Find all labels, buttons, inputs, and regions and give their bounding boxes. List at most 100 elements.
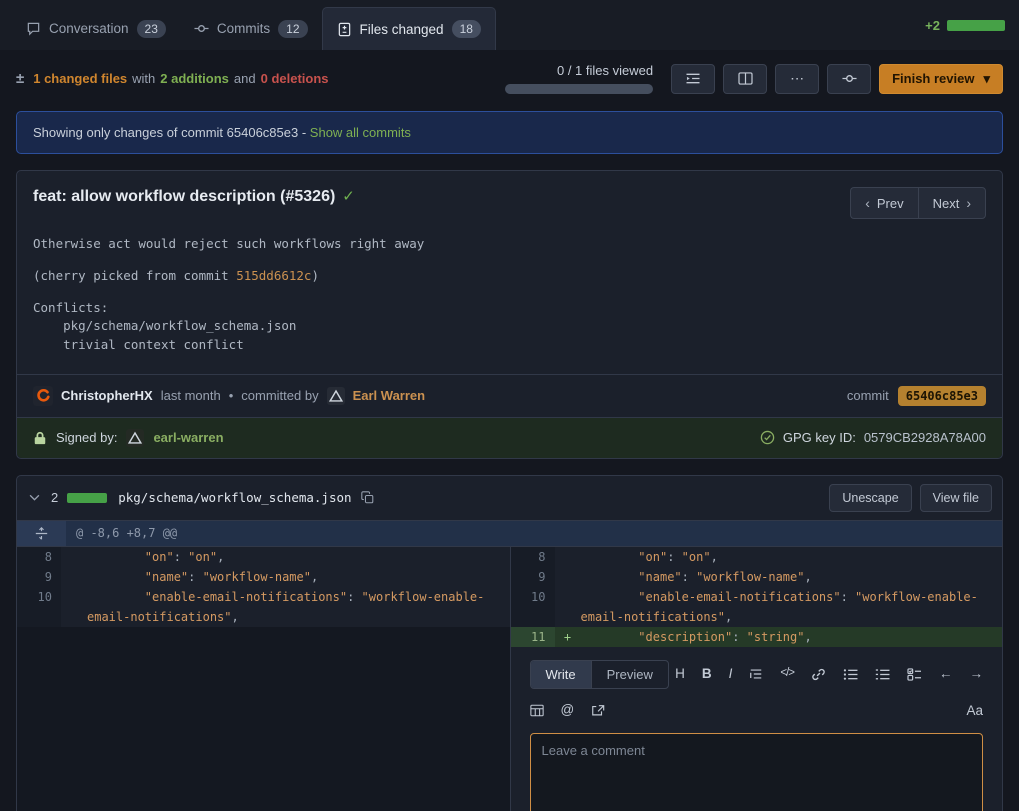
- additions-count: +2: [925, 18, 940, 33]
- copy-icon: [361, 491, 374, 504]
- author-name[interactable]: ChristopherHX: [61, 388, 153, 403]
- reference-icon[interactable]: [591, 704, 605, 717]
- tab-files-changed[interactable]: Files changed 18: [322, 7, 496, 50]
- prev-next-group: ‹Prev Next›: [850, 187, 986, 219]
- chevron-down-icon: [29, 494, 40, 501]
- line-number[interactable]: 9: [511, 567, 555, 587]
- prev-commit-button[interactable]: ‹Prev: [850, 187, 917, 219]
- preview-tab[interactable]: Preview: [591, 661, 668, 688]
- editor-secondary-toolbar: @ Aa: [530, 703, 984, 718]
- right-arrow-icon[interactable]: →: [970, 667, 984, 681]
- ordered-list-icon[interactable]: [875, 668, 890, 681]
- italic-icon[interactable]: I: [729, 667, 733, 681]
- line-number[interactable]: 11: [511, 627, 555, 647]
- gpg-signed-row: Signed by: earl-warren GPG key ID: 0579C…: [17, 417, 1002, 458]
- hunk-range-text: @ -8,6 +8,7 @@: [66, 521, 187, 546]
- commit-title-text: feat: allow workflow description (#5326): [33, 188, 335, 205]
- diff-stat-summary: +2: [925, 7, 1005, 50]
- split-diff: 8 "on": "on",9 "name": "workflow-name",1…: [17, 546, 1002, 647]
- next-label: Next: [933, 196, 960, 211]
- text-size-button[interactable]: Aa: [966, 703, 983, 718]
- left-arrow-icon[interactable]: ←: [939, 667, 953, 681]
- code-line: "description": "string",: [581, 627, 1003, 647]
- tab-label: Commits: [217, 21, 270, 36]
- editor-toolbar: Write Preview H B I </>: [530, 660, 984, 689]
- commit-sha-group: commit 65406c85e3: [847, 386, 986, 406]
- mention-icon[interactable]: @: [561, 703, 575, 717]
- fold-file-button[interactable]: [27, 494, 42, 501]
- signer-avatar[interactable]: [126, 429, 144, 447]
- more-options-button[interactable]: ⋯: [775, 64, 819, 94]
- tab-conversation[interactable]: Conversation 23: [12, 7, 180, 50]
- dot-separator: •: [229, 388, 234, 403]
- ellipsis-icon: ⋯: [790, 70, 804, 87]
- diff-row-empty: [17, 627, 510, 647]
- diff-row: 8 "on": "on",: [17, 547, 510, 567]
- link-icon[interactable]: [811, 667, 826, 682]
- quote-icon[interactable]: [749, 667, 763, 681]
- code-line: "enable-email-notifications": "workflow-…: [87, 587, 510, 627]
- select-commit-button[interactable]: [827, 64, 871, 94]
- signer-name[interactable]: earl-warren: [153, 430, 223, 445]
- commit-time: last month: [161, 388, 221, 403]
- gpg-key-label: GPG key ID:: [783, 430, 856, 445]
- line-number[interactable]: 8: [17, 547, 61, 567]
- code-line: "name": "workflow-name",: [87, 567, 510, 587]
- file-diff-stat-bar: [67, 493, 107, 503]
- copy-filename-button[interactable]: [361, 491, 374, 504]
- commit-filter-banner: Showing only changes of commit 65406c85e…: [16, 111, 1003, 154]
- committer-name[interactable]: Earl Warren: [353, 388, 426, 403]
- next-commit-button[interactable]: Next›: [918, 187, 986, 219]
- table-icon[interactable]: [530, 704, 544, 717]
- additions-text: 2 additions: [160, 71, 229, 86]
- ol-icon-glyph: [875, 668, 890, 681]
- show-all-commits-link[interactable]: Show all commits: [310, 125, 411, 140]
- unescape-button[interactable]: Unescape: [829, 484, 911, 512]
- commit-card: feat: allow workflow description (#5326)…: [16, 170, 1003, 459]
- success-check-icon: ✓: [342, 188, 355, 205]
- unordered-list-icon[interactable]: [843, 668, 858, 681]
- reference-icon-glyph: [591, 704, 605, 717]
- task-list-icon[interactable]: [907, 668, 922, 681]
- line-number[interactable]: 9: [17, 567, 61, 587]
- summary-text: with: [132, 71, 155, 86]
- line-number[interactable]: 10: [17, 587, 61, 627]
- heading-icon[interactable]: H: [675, 667, 685, 681]
- commit-icon: [842, 71, 857, 86]
- list-indent-icon: [685, 72, 701, 85]
- view-file-button[interactable]: View file: [920, 484, 992, 512]
- tab-commits[interactable]: Commits 12: [180, 7, 322, 50]
- cherry-pick-sha-link[interactable]: 515dd6612c: [236, 268, 311, 283]
- comment-editor: Write Preview H B I </>: [510, 647, 1003, 811]
- bold-icon[interactable]: B: [702, 667, 712, 681]
- finish-review-button[interactable]: Finish review ▾: [879, 64, 1003, 94]
- line-number[interactable]: 10: [511, 587, 555, 627]
- comment-icon: [26, 21, 41, 36]
- diff-view-toggle-button[interactable]: [723, 64, 767, 94]
- unfold-icon: [35, 527, 48, 540]
- file-changes-count: 2: [51, 490, 58, 505]
- file-name[interactable]: pkg/schema/workflow_schema.json: [118, 490, 351, 505]
- lock-icon: [33, 431, 47, 445]
- commit-message-line: Otherwise act would reject such workflow…: [33, 235, 986, 253]
- code-line: "on": "on",: [581, 547, 1003, 567]
- caret-down-icon: ▾: [983, 71, 990, 87]
- expand-hunk-button[interactable]: [17, 521, 66, 546]
- changed-files-link[interactable]: 1 changed files: [33, 71, 127, 86]
- comment-textarea[interactable]: [530, 733, 984, 811]
- tab-label: Files changed: [360, 22, 444, 37]
- line-number: [17, 627, 61, 647]
- diff-sign: [61, 587, 87, 627]
- gpg-key-group: GPG key ID: 0579CB2928A78A00: [760, 430, 986, 445]
- diff-sign: [61, 567, 87, 587]
- code-icon[interactable]: </>: [780, 668, 794, 680]
- commit-sha-badge[interactable]: 65406c85e3: [898, 386, 986, 406]
- line-number[interactable]: 8: [511, 547, 555, 567]
- whitespace-options-button[interactable]: [671, 64, 715, 94]
- write-tab[interactable]: Write: [531, 661, 591, 688]
- author-avatar[interactable]: [33, 386, 53, 406]
- code-line: [87, 627, 510, 647]
- chevron-left-icon: ‹: [865, 195, 870, 211]
- committer-avatar[interactable]: [327, 387, 345, 405]
- commit-author-row: ChristopherHX last month • committed by …: [17, 374, 1002, 417]
